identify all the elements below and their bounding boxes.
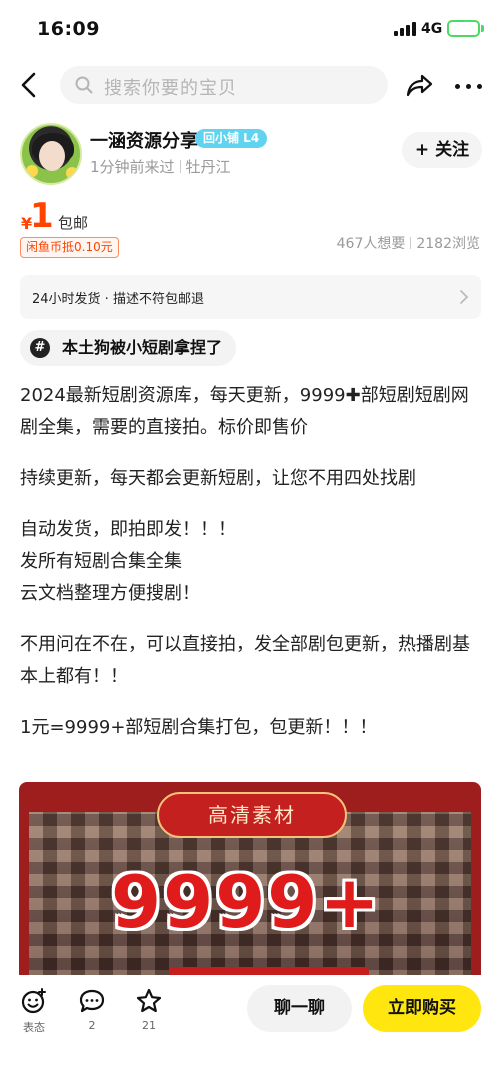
banner-tag: 高清素材: [157, 792, 347, 838]
avatar[interactable]: [20, 123, 82, 185]
description-paragraph: 2024最新短剧资源库，每天更新，9999✚部短剧短剧网剧全集，需要的直接拍。标…: [20, 385, 469, 438]
topic-text: 本土狗被小短剧拿捏了: [62, 338, 223, 357]
seller-info: 一涵资源分享 回小铺 L4 1分钟前来过 牡丹江 + 关注: [0, 120, 500, 190]
more-icon[interactable]: [452, 72, 486, 98]
comment-button[interactable]: 2: [72, 987, 112, 1032]
banner-headline: 9999+: [111, 860, 382, 944]
comment-count: 2: [88, 1019, 96, 1032]
price-section: ¥ 1 包邮 闲鱼币抵0.10元 467人想要 2182浏览: [0, 196, 500, 262]
seller-level-badge: 回小铺 L4: [195, 129, 268, 148]
star-icon: [136, 988, 162, 1013]
description-paragraph: 不用问在不在，可以直接拍，发全部剧包更新，热播剧基本上都有！！: [20, 634, 470, 687]
description-paragraph: 持续更新，每天都会更新短剧，让您不用四处找剧: [20, 468, 416, 489]
follow-button[interactable]: + 关注: [402, 132, 482, 168]
service-text: 24小时发货 · 描述不符包邮退: [32, 292, 204, 307]
wants-count: 467人想要: [336, 236, 406, 252]
hashtag-icon: #: [30, 338, 50, 358]
status-bar: 16:09 4G: [0, 0, 500, 60]
seller-location: 牡丹江: [185, 158, 231, 176]
product-image[interactable]: 高清素材 9999+: [19, 782, 481, 982]
seller-meta: 1分钟前来过 牡丹江: [90, 156, 231, 177]
react-button[interactable]: 表态: [14, 987, 54, 1035]
last-seen: 1分钟前来过: [90, 158, 175, 176]
search-icon: [75, 76, 93, 94]
chevron-right-icon: [460, 290, 469, 304]
price-amount: 1: [30, 196, 54, 236]
buy-now-button[interactable]: 立即购买: [363, 985, 481, 1032]
battery-nub: [481, 25, 484, 32]
item-description: 2024最新短剧资源库，每天更新，9999✚部短剧短剧网剧全集，需要的直接拍。标…: [20, 380, 480, 763]
favorite-count: 21: [142, 1019, 156, 1032]
emoji-icon: [21, 988, 46, 1014]
search-placeholder: 搜索你要的宝贝: [104, 78, 237, 99]
description-paragraph: 自动发货，即拍即发！！！ 发所有短剧合集全集 云文档整理方便搜剧！: [20, 519, 236, 604]
seller-name[interactable]: 一涵资源分享: [90, 127, 198, 153]
network-type: 4G: [421, 21, 443, 37]
react-label: 表态: [23, 1021, 45, 1034]
share-icon[interactable]: [405, 70, 435, 100]
status-time: 16:09: [37, 18, 100, 40]
favorite-button[interactable]: 21: [129, 987, 169, 1032]
back-icon[interactable]: [14, 68, 46, 102]
description-paragraph: 1元=9999+部短剧合集打包，包更新！！！: [20, 717, 378, 738]
views-count: 2182浏览: [416, 236, 480, 252]
search-input[interactable]: 搜索你要的宝贝: [60, 66, 388, 104]
item-stats: 467人想要 2182浏览: [337, 233, 480, 253]
bottom-action-bar: 表态 2 21 聊一聊 立即购买: [0, 975, 500, 1082]
comment-icon: [79, 989, 105, 1013]
signal-icon: [394, 22, 416, 36]
top-nav: 搜索你要的宝贝: [0, 60, 500, 110]
coin-discount-badge: 闲鱼币抵0.10元: [20, 237, 119, 258]
shipping-label: 包邮: [58, 214, 89, 232]
service-guarantee[interactable]: 24小时发货 · 描述不符包邮退: [20, 275, 481, 319]
topic-tag[interactable]: # 本土狗被小短剧拿捏了: [20, 330, 237, 366]
battery-icon: [447, 20, 480, 37]
chat-button[interactable]: 聊一聊: [247, 985, 352, 1032]
